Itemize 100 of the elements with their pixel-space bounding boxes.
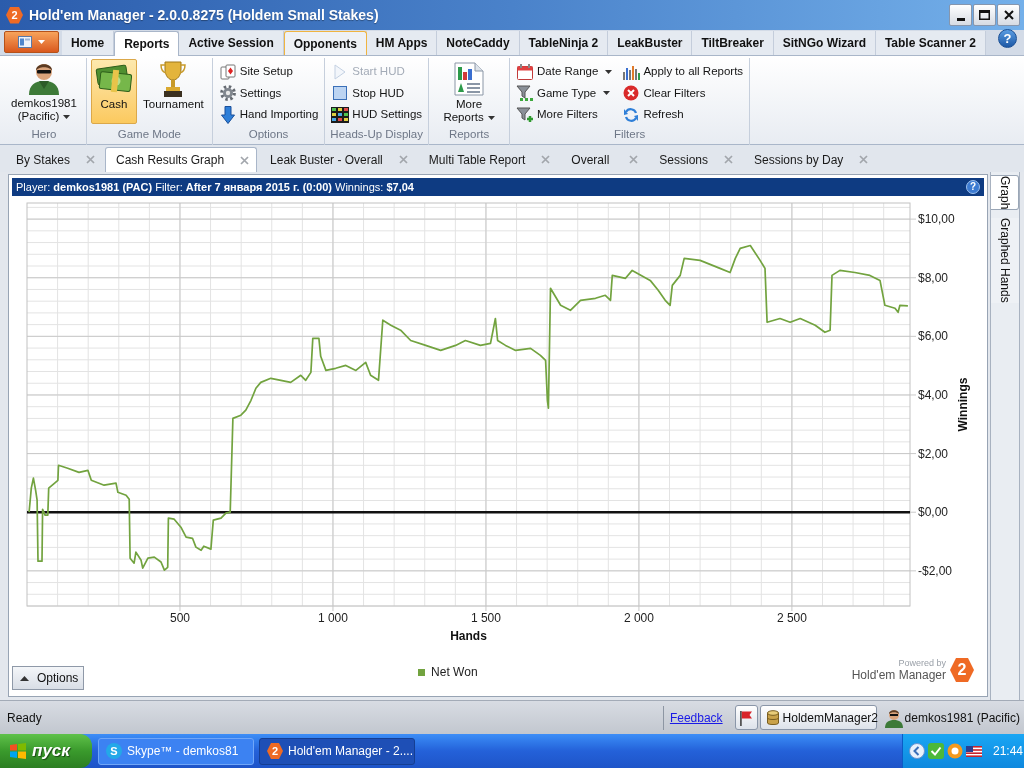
side-tab[interactable]: Graphed Hands xyxy=(991,218,1019,304)
report-tab[interactable]: Overall xyxy=(560,147,647,172)
ribbon-button[interactable]: Clear Filters xyxy=(620,82,746,105)
report-tab[interactable]: Leak Buster - Overall xyxy=(259,147,416,172)
side-tab[interactable]: Graph xyxy=(991,175,1019,211)
close-icon xyxy=(541,155,551,164)
ribbon-tab[interactable]: SitNGo Wizard xyxy=(773,31,876,55)
windows-logo-icon xyxy=(9,743,27,759)
y-axis-title: Winnings xyxy=(956,377,970,432)
report-tab[interactable]: Multi Table Report xyxy=(417,147,559,172)
refresh-icon xyxy=(623,106,640,123)
start-button[interactable]: пуск xyxy=(0,734,92,768)
close-button[interactable] xyxy=(997,4,1020,26)
user-avatar-icon xyxy=(884,707,903,728)
caret-down-icon xyxy=(38,40,45,44)
group-label: Filters xyxy=(612,127,647,142)
group-label: Hero xyxy=(30,127,58,142)
powered-by-text: Powered by xyxy=(898,658,946,668)
legend-label: Net Won xyxy=(431,664,478,681)
options-button[interactable]: Options xyxy=(12,666,84,690)
y-tick-label: $0,00 xyxy=(918,505,949,520)
flag-icon xyxy=(966,745,982,757)
ribbon-tab[interactable]: NoteCaddy xyxy=(437,31,520,55)
maximize-button[interactable] xyxy=(973,4,996,26)
y-tick-label: $10,00 xyxy=(918,212,955,227)
caret-up-icon xyxy=(20,675,29,681)
playing-cards-icon xyxy=(219,64,236,80)
report-tab[interactable]: Sessions by Day xyxy=(743,147,877,172)
ribbon-tab[interactable]: Opponents xyxy=(283,31,367,55)
close-icon xyxy=(629,155,639,164)
x-axis-title: Hands xyxy=(450,629,487,643)
ribbon-button[interactable]: Stop HUD xyxy=(329,82,425,105)
report-tab[interactable]: Sessions xyxy=(648,147,741,172)
y-tick-label: $2,00 xyxy=(918,446,949,461)
minimize-button[interactable] xyxy=(949,4,972,26)
ribbon-button[interactable]: More Reports xyxy=(433,59,506,124)
status-text: Ready xyxy=(7,709,42,727)
help-button[interactable]: ? xyxy=(966,180,980,194)
ribbon-tab[interactable]: Table Scanner 2 xyxy=(875,31,986,55)
report-tab[interactable]: By Stakes xyxy=(5,147,104,172)
x-tick-label: 2 000 xyxy=(623,611,654,625)
user-name: demkos1981 (Pacific) xyxy=(904,709,1020,727)
group-label: Heads-Up Display xyxy=(329,127,425,142)
tab-close-button[interactable] xyxy=(724,155,733,164)
flag-button[interactable] xyxy=(734,705,758,730)
database-icon xyxy=(766,709,779,726)
window-icon xyxy=(18,36,32,48)
ribbon-button[interactable]: Cash xyxy=(91,59,137,124)
app-logo: 2 xyxy=(267,743,283,759)
feedback-link[interactable]: Feedback xyxy=(669,708,723,727)
app-menu-button[interactable] xyxy=(4,31,59,53)
ribbon-button[interactable]: Site Setup xyxy=(216,61,321,83)
bar-chart-icon xyxy=(622,64,641,80)
tab-close-button[interactable] xyxy=(398,155,408,164)
x-tick-label: 500 xyxy=(169,611,190,625)
tab-close-button[interactable] xyxy=(541,155,551,164)
report-tab[interactable]: Cash Results Graph xyxy=(105,147,258,172)
ribbon-button[interactable]: Tournament xyxy=(139,59,208,124)
down-arrow-icon xyxy=(220,105,235,124)
report-document-icon xyxy=(454,62,485,96)
calendar-icon xyxy=(517,64,534,80)
ribbon-button[interactable]: More Filters xyxy=(514,103,615,126)
y-tick-label: $8,00 xyxy=(918,270,949,285)
app-logo: 2 xyxy=(950,658,974,682)
check-icon xyxy=(928,743,944,759)
x-tick-label: 1 000 xyxy=(317,611,348,625)
help-button[interactable]: ? xyxy=(998,29,1017,48)
database-button[interactable]: HoldemManager2 xyxy=(759,705,877,730)
tab-close-button[interactable] xyxy=(240,155,250,165)
taskbar-button[interactable]: S Skype™ - demkos81 xyxy=(98,737,254,765)
ribbon-tab[interactable]: TableNinja 2 xyxy=(519,31,609,55)
ribbon-button[interactable]: HUD Settings xyxy=(329,103,425,126)
tab-close-button[interactable] xyxy=(86,155,96,164)
ribbon-button[interactable]: Hand Importing xyxy=(216,103,321,126)
close-icon xyxy=(86,155,96,164)
ribbon-tab[interactable]: LeakBuster xyxy=(608,31,693,55)
close-icon xyxy=(724,155,733,164)
funnel-plus-icon xyxy=(516,106,535,123)
ribbon-tab[interactable]: TiltBreaker xyxy=(692,31,774,55)
ribbon-button[interactable]: Apply to all Reports xyxy=(620,61,746,83)
ribbon-button[interactable]: Date Range xyxy=(514,61,615,83)
product-name: Hold'em Manager xyxy=(851,668,946,682)
ribbon-tab[interactable]: HM Apps xyxy=(366,31,438,55)
ribbon-tab[interactable]: Home xyxy=(62,31,115,55)
tab-close-button[interactable] xyxy=(629,155,639,164)
banknotes-icon xyxy=(95,64,133,94)
hero-profile-button[interactable]: demkos1981 (Pacific) xyxy=(6,59,82,123)
ribbon-tab[interactable]: Active Session xyxy=(179,31,284,55)
stop-icon xyxy=(333,86,348,101)
tab-close-button[interactable] xyxy=(859,155,869,164)
ribbon-tab[interactable]: Reports xyxy=(114,31,180,56)
flag-icon xyxy=(739,709,754,726)
hud-grid-icon xyxy=(331,106,350,123)
close-icon xyxy=(859,155,869,164)
taskbar-button[interactable]: 2 Hold'em Manager - 2.... xyxy=(259,737,415,765)
ribbon-button[interactable]: Refresh xyxy=(620,103,746,126)
ribbon-button[interactable]: Game Type xyxy=(514,82,615,105)
clock: 21:44 xyxy=(993,743,1024,760)
ribbon-button[interactable]: Settings xyxy=(216,82,321,105)
funnel-icon xyxy=(516,85,535,102)
